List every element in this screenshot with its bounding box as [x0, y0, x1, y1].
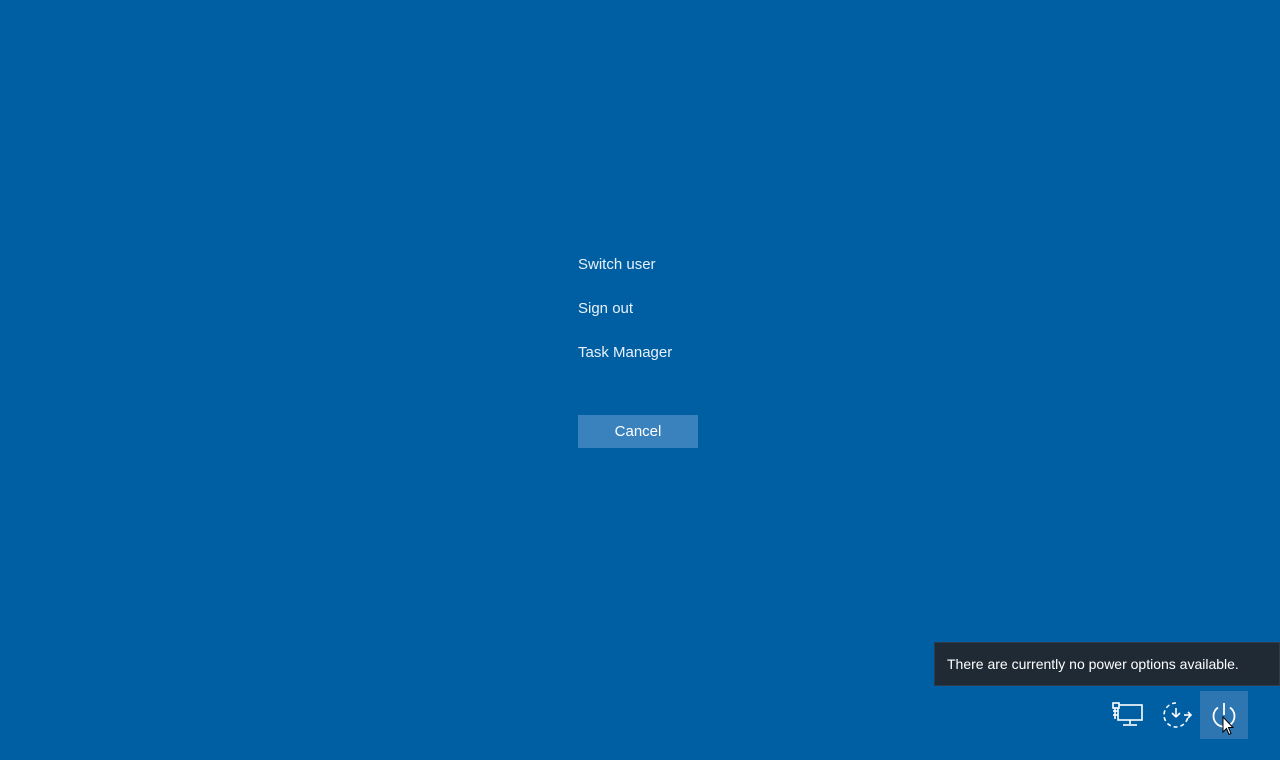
power-tooltip: There are currently no power options ava…: [934, 642, 1280, 686]
task-manager-link[interactable]: Task Manager: [578, 338, 818, 382]
security-options-screen: Switch user Sign out Task Manager Cancel…: [0, 0, 1280, 760]
switch-user-link[interactable]: Switch user: [578, 250, 818, 294]
mouse-cursor-icon: [1222, 715, 1235, 741]
sign-out-link[interactable]: Sign out: [578, 294, 818, 338]
network-button[interactable]: [1104, 691, 1152, 739]
ease-of-access-icon: [1160, 700, 1192, 730]
ease-of-access-button[interactable]: [1152, 691, 1200, 739]
network-icon: [1112, 702, 1144, 728]
security-options-menu: Switch user Sign out Task Manager: [578, 250, 818, 382]
cancel-button[interactable]: Cancel: [578, 415, 698, 448]
